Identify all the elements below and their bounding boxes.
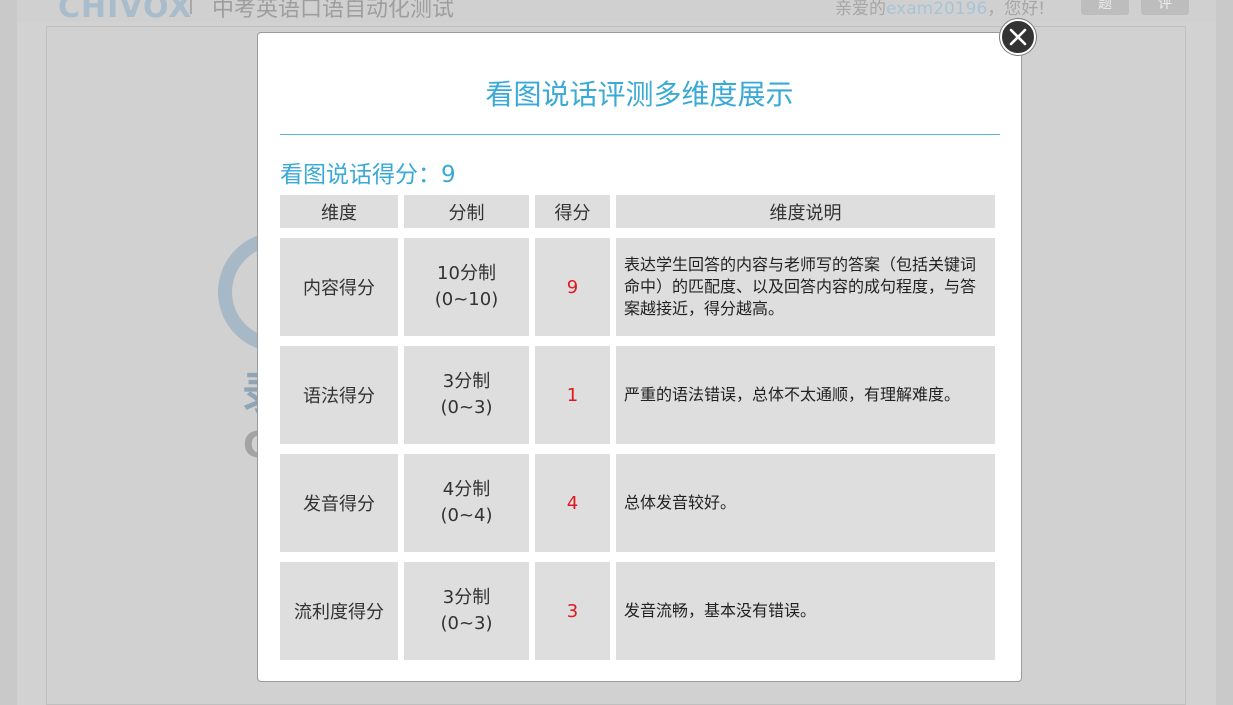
- row-dimension: 流利度得分: [280, 562, 398, 660]
- row-description: 总体发音较好。: [616, 454, 995, 552]
- row-system: 4分制 (0~4): [404, 454, 529, 552]
- header-button-2[interactable]: 评: [1141, 0, 1189, 15]
- modal-title: 看图说话评测多维度展示: [485, 78, 794, 111]
- header-divider: [190, 0, 192, 14]
- greeting-suffix: ，您好!: [987, 0, 1046, 19]
- system-label: 10分制: [437, 263, 496, 284]
- user-greeting: 亲爱的exam20196，您好!: [835, 0, 1045, 19]
- system-range: (0~4): [440, 505, 493, 526]
- system-range: (0~10): [434, 289, 499, 310]
- system-range: (0~3): [440, 613, 493, 634]
- header-score: 得分: [535, 195, 610, 228]
- total-score: 看图说话得分：9: [280, 155, 456, 189]
- username: exam20196: [886, 0, 988, 19]
- greeting-prefix: 亲爱的: [835, 0, 886, 19]
- title-divider: [280, 134, 1000, 135]
- system-label: 3分制: [442, 371, 491, 392]
- row-system: 3分制 (0~3): [404, 562, 529, 660]
- row-description: 表达学生回答的内容与老师写的答案（包括关键词命中）的匹配度、以及回答内容的成句程…: [616, 238, 995, 336]
- row-description: 严重的语法错误，总体不太通顺，有理解难度。: [616, 346, 995, 444]
- row-score: 4: [535, 454, 610, 552]
- score-label: 看图说话得分：: [280, 162, 441, 188]
- app-title: 中考英语口语自动化测试: [212, 0, 455, 22]
- row-score: 3: [535, 562, 610, 660]
- close-icon: [1009, 28, 1027, 46]
- header-system: 分制: [404, 195, 529, 228]
- row-score: 1: [535, 346, 610, 444]
- header-description: 维度说明: [616, 195, 995, 228]
- close-button[interactable]: [1000, 19, 1036, 55]
- system-label: 4分制: [442, 479, 491, 500]
- row-description: 发音流畅，基本没有错误。: [616, 562, 995, 660]
- row-dimension: 内容得分: [280, 238, 398, 336]
- row-system: 3分制 (0~3): [404, 346, 529, 444]
- row-system: 10分制 (0~10): [404, 238, 529, 336]
- score-value: 9: [441, 162, 456, 188]
- header-button-1[interactable]: 题: [1081, 0, 1129, 15]
- row-dimension: 语法得分: [280, 346, 398, 444]
- row-score: 9: [535, 238, 610, 336]
- logo: CHIVOX: [58, 0, 193, 25]
- evaluation-modal: 看图说话评测多维度展示 看图说话得分：9 维度 分制 得分 维度说明 内容得分 …: [257, 32, 1022, 682]
- header-dimension: 维度: [280, 195, 398, 228]
- system-range: (0~3): [440, 397, 493, 418]
- row-dimension: 发音得分: [280, 454, 398, 552]
- system-label: 3分制: [442, 587, 491, 608]
